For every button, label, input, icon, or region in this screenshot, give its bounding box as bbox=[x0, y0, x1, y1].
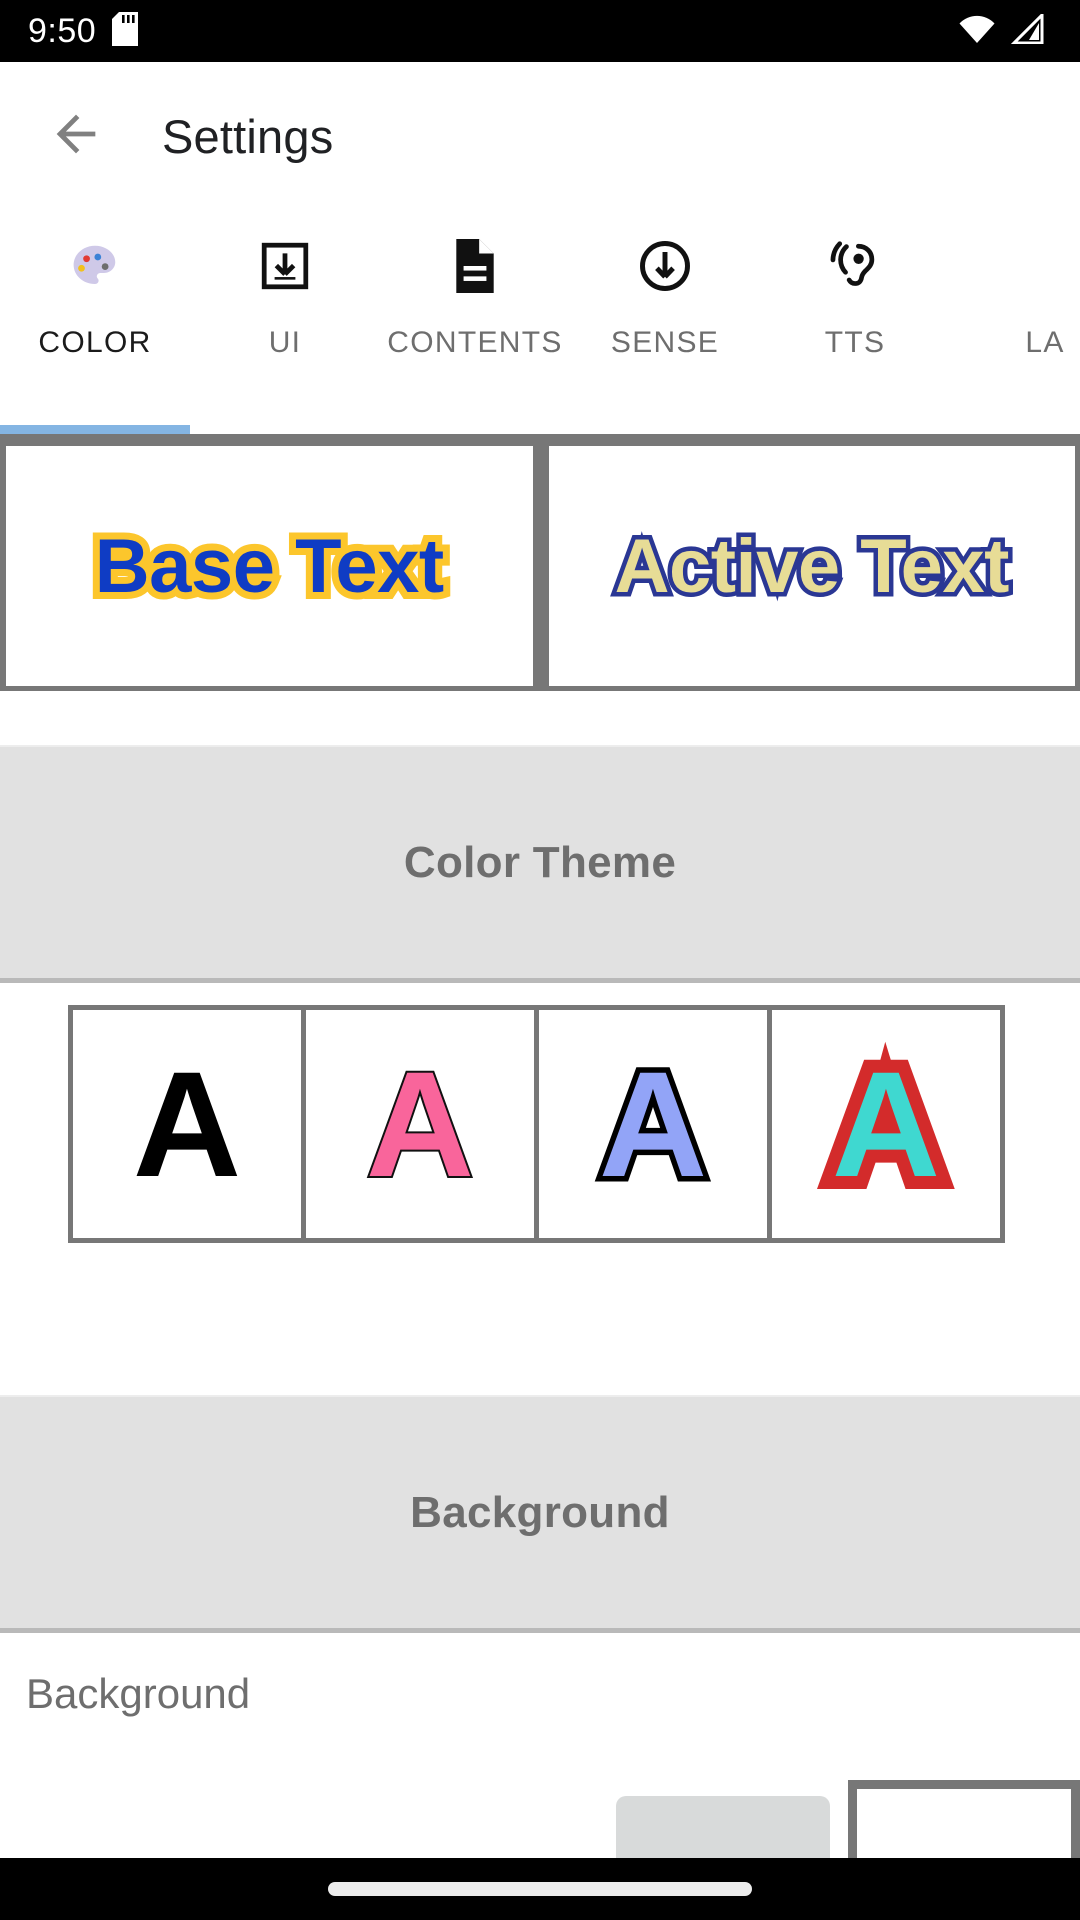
tab-label-color: COLOR bbox=[38, 326, 152, 359]
tab-label-language: LA bbox=[1025, 326, 1065, 359]
palette-icon bbox=[68, 228, 122, 304]
tab-label-contents: CONTENTS bbox=[387, 326, 563, 359]
theme-glyph-blue: A bbox=[593, 1040, 712, 1208]
phone-screen: 9:50 Settings COLOR UI CONTENTS SENSE TT… bbox=[0, 0, 1080, 1920]
cellular-signal-icon bbox=[1010, 10, 1044, 49]
status-bar-left: 9:50 bbox=[0, 11, 139, 51]
color-theme-rule bbox=[0, 978, 1080, 983]
sd-card-icon bbox=[112, 11, 139, 51]
wifi-icon bbox=[958, 14, 996, 49]
tab-tts[interactable]: TTS bbox=[760, 210, 950, 400]
circle-down-arrow-icon bbox=[638, 228, 692, 304]
home-gesture-pill[interactable] bbox=[328, 1882, 752, 1896]
document-icon bbox=[450, 228, 500, 304]
tab-color[interactable]: COLOR bbox=[0, 210, 190, 400]
tab-sense[interactable]: SENSE bbox=[570, 210, 760, 400]
background-rule bbox=[0, 1628, 1080, 1633]
tab-ui[interactable]: UI bbox=[190, 210, 380, 400]
hearing-ear-icon bbox=[828, 228, 882, 304]
background-row-label: Background bbox=[26, 1670, 251, 1717]
theme-swatch-black[interactable]: A bbox=[73, 1010, 301, 1238]
background-title: Background bbox=[410, 1487, 670, 1537]
theme-swatch-pink[interactable]: A bbox=[306, 1010, 534, 1238]
active-text-preview[interactable]: Active Text bbox=[543, 441, 1080, 691]
active-text-sample: Active Text bbox=[610, 519, 1014, 613]
status-clock: 9:50 bbox=[28, 12, 97, 50]
page-title: Settings bbox=[162, 109, 334, 163]
background-section-header: Background bbox=[0, 1395, 1080, 1628]
tab-contents[interactable]: CONTENTS bbox=[380, 210, 570, 400]
app-bar: Settings bbox=[0, 62, 1080, 210]
tab-label-tts: TTS bbox=[824, 326, 886, 359]
tab-label-sense: SENSE bbox=[610, 326, 720, 359]
back-arrow-icon bbox=[47, 105, 105, 168]
status-bar: 9:50 bbox=[0, 0, 1080, 62]
status-bar-right bbox=[958, 10, 1080, 49]
tab-label-ui: UI bbox=[268, 326, 302, 359]
theme-glyph-teal: A bbox=[819, 1036, 953, 1212]
tab-bar-divider bbox=[0, 434, 1080, 441]
base-text-sample: Base Text bbox=[88, 517, 451, 616]
system-navigation-bar bbox=[0, 1858, 1080, 1920]
color-theme-section-header: Color Theme bbox=[0, 745, 1080, 978]
theme-glyph-pink: A bbox=[364, 1040, 476, 1208]
back-button[interactable] bbox=[28, 88, 124, 184]
base-text-preview[interactable]: Base Text bbox=[0, 441, 538, 691]
theme-swatch-blue[interactable]: A bbox=[539, 1010, 767, 1238]
text-preview-row: Base Text Active Text bbox=[0, 441, 1080, 691]
theme-swatch-teal[interactable]: A bbox=[772, 1010, 1000, 1238]
download-box-icon bbox=[259, 228, 311, 304]
tab-bar[interactable]: COLOR UI CONTENTS SENSE TTS LA bbox=[0, 210, 1080, 434]
tab-language-partial[interactable]: LA bbox=[950, 210, 1080, 400]
active-tab-indicator bbox=[0, 425, 190, 434]
color-theme-title: Color Theme bbox=[403, 837, 677, 887]
color-theme-swatches[interactable]: A A A A bbox=[68, 1005, 1005, 1243]
theme-glyph-black: A bbox=[132, 1040, 242, 1208]
